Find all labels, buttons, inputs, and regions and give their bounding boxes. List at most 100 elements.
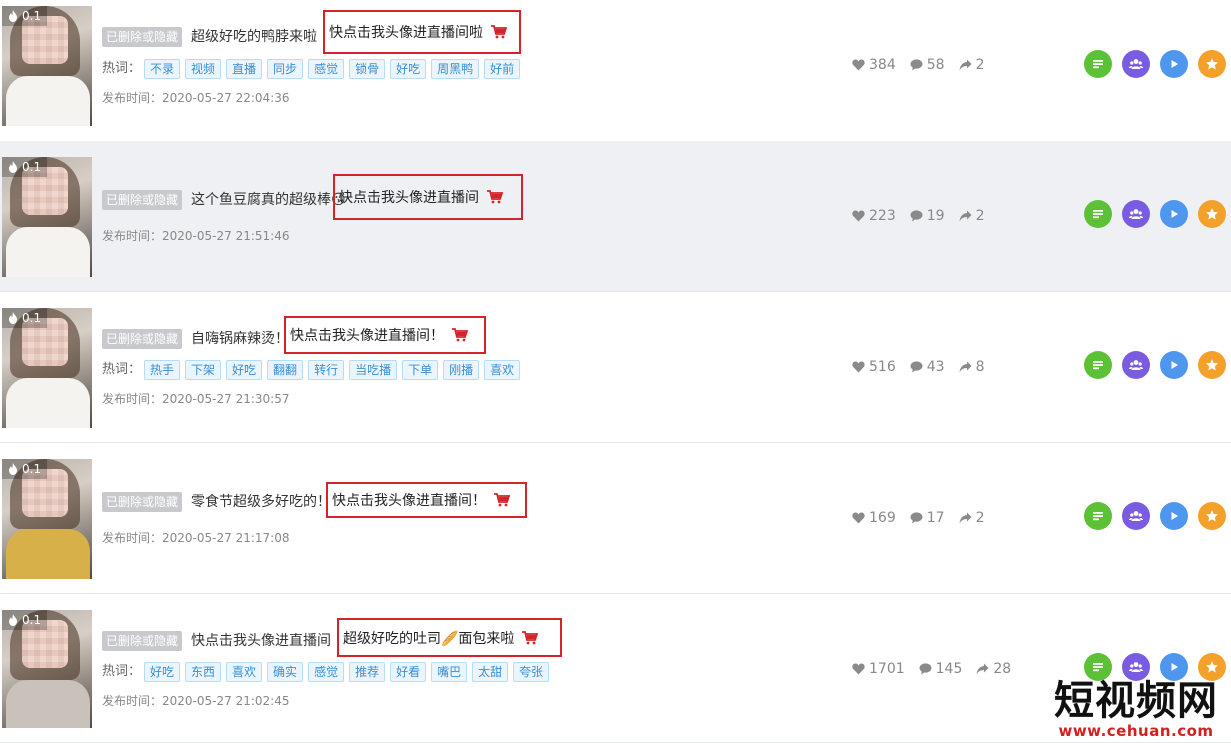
hot-word-tag[interactable]: 感觉 [308, 59, 345, 79]
play-button[interactable] [1160, 50, 1188, 78]
video-thumbnail[interactable]: 0.1 [2, 157, 92, 277]
hot-words: 不录 视频 直播 同步 感觉 锁骨 好吃 周黑鸭 好前 [144, 59, 521, 79]
video-thumbnail[interactable]: 0.1 [2, 459, 92, 579]
shares-stat: 28 [976, 661, 1011, 677]
video-thumbnail[interactable]: 0.1 [2, 6, 92, 126]
publish-time: 发布时间：2020-05-27 21:51:46 [102, 229, 290, 243]
hot-word-tag[interactable]: 好吃 [144, 662, 181, 682]
hot-word-tag[interactable]: 翻翻 [267, 360, 304, 380]
play-button[interactable] [1160, 502, 1188, 530]
audience-button[interactable] [1122, 200, 1150, 228]
highlighted-title[interactable]: 超级好吃的吐司🥖面包来啦 [343, 628, 514, 648]
favorite-button[interactable] [1198, 200, 1226, 228]
detail-button[interactable] [1084, 351, 1112, 379]
likes-stat: 384 [852, 57, 896, 73]
highlighted-title[interactable]: 快点击我头像进直播间！ [290, 325, 444, 345]
star-icon [1205, 509, 1219, 523]
hot-word-tag[interactable]: 直播 [226, 59, 263, 79]
hot-word-tag[interactable]: 好吃 [390, 59, 427, 79]
video-title[interactable]: 自嗨锅麻辣烫！ [191, 329, 289, 349]
comment-icon [910, 59, 923, 71]
play-button[interactable] [1160, 200, 1188, 228]
audience-button[interactable] [1122, 502, 1150, 530]
video-thumbnail[interactable]: 0.1 [2, 308, 92, 428]
cart-icon[interactable] [522, 631, 538, 645]
row-actions [1084, 50, 1226, 78]
users-icon [1129, 509, 1143, 523]
cart-icon[interactable] [491, 25, 507, 39]
highlighted-title-box: 快点击我头像进直播间！ [284, 316, 486, 354]
comments-stat: 145 [919, 661, 962, 677]
fire-icon [8, 312, 18, 324]
share-icon [959, 512, 972, 524]
cart-icon[interactable] [494, 493, 510, 507]
heart-icon [852, 663, 865, 675]
video-title[interactable]: 超级好吃的鸭脖来啦 [191, 27, 317, 47]
hot-word-tag[interactable]: 下单 [402, 360, 439, 380]
list-icon [1091, 207, 1105, 221]
hot-words: 热手 下架 好吃 翻翻 转行 当吃播 下单 刚播 喜欢 [144, 360, 521, 380]
hot-word-tag[interactable]: 当吃播 [349, 360, 398, 380]
detail-button[interactable] [1084, 50, 1112, 78]
hot-word-tag[interactable]: 夸张 [513, 662, 550, 682]
audience-button[interactable] [1122, 50, 1150, 78]
video-row: 0.1 已删除或隐藏 零食节超级多好吃的！ 快点击我头像进直播间！ 发布时间：2… [0, 443, 1231, 594]
site-watermark: 短视频网 www.cehuan.com [1045, 679, 1227, 741]
hot-word-tag[interactable]: 东西 [185, 662, 222, 682]
engagement-stats: 169 17 2 [852, 510, 984, 526]
hot-word-tag[interactable]: 嘴巴 [431, 662, 468, 682]
hot-words-label: 热词： [102, 61, 142, 76]
play-icon [1167, 207, 1181, 221]
video-title[interactable]: 这个鱼豆腐真的超级棒😘 [191, 190, 346, 210]
cart-icon[interactable] [487, 190, 503, 204]
hot-words-label: 热词： [102, 362, 142, 377]
cart-icon[interactable] [452, 328, 468, 342]
favorite-button[interactable] [1198, 351, 1226, 379]
hot-word-tag[interactable]: 好看 [390, 662, 427, 682]
detail-button[interactable] [1084, 502, 1112, 530]
hot-word-tag[interactable]: 锁骨 [349, 59, 386, 79]
hot-word-tag[interactable]: 不录 [144, 59, 181, 79]
highlighted-title[interactable]: 快点击我头像进直播间！ [332, 490, 486, 510]
play-icon [1167, 660, 1181, 674]
deleted-tag: 已删除或隐藏 [102, 190, 183, 210]
video-title[interactable]: 零食节超级多好吃的！ [191, 492, 331, 512]
star-icon [1205, 57, 1219, 71]
hot-word-tag[interactable]: 周黑鸭 [431, 59, 480, 79]
hot-word-tag[interactable]: 太甜 [472, 662, 509, 682]
highlighted-title[interactable]: 快点击我头像进直播间 [339, 187, 479, 207]
hot-word-tag[interactable]: 确实 [267, 662, 304, 682]
comments-stat: 43 [910, 359, 945, 375]
likes-stat: 516 [852, 359, 896, 375]
highlighted-title[interactable]: 快点击我头像进直播间啦 [329, 22, 483, 42]
shares-stat: 2 [959, 57, 984, 73]
hot-word-tag[interactable]: 刚播 [443, 360, 480, 380]
users-icon [1129, 57, 1143, 71]
share-icon [959, 361, 972, 373]
engagement-stats: 1701 145 28 [852, 661, 1011, 677]
hot-word-tag[interactable]: 推荐 [349, 662, 386, 682]
hot-word-tag[interactable]: 好吃 [226, 360, 263, 380]
play-icon [1167, 358, 1181, 372]
audience-button[interactable] [1122, 351, 1150, 379]
engagement-stats: 384 58 2 [852, 57, 984, 73]
play-icon [1167, 509, 1181, 523]
favorite-button[interactable] [1198, 50, 1226, 78]
hot-word-tag[interactable]: 同步 [267, 59, 304, 79]
favorite-button[interactable] [1198, 502, 1226, 530]
comments-stat: 19 [910, 208, 945, 224]
play-button[interactable] [1160, 351, 1188, 379]
hot-word-tag[interactable]: 感觉 [308, 662, 345, 682]
hot-word-tag[interactable]: 视频 [185, 59, 222, 79]
hot-word-tag[interactable]: 热手 [144, 360, 181, 380]
list-icon [1091, 509, 1105, 523]
hot-word-tag[interactable]: 喜欢 [226, 662, 263, 682]
video-thumbnail[interactable]: 0.1 [2, 610, 92, 728]
detail-button[interactable] [1084, 200, 1112, 228]
hot-word-tag[interactable]: 下架 [185, 360, 222, 380]
video-title[interactable]: 快点击我头像进直播间 [191, 631, 331, 651]
hot-word-tag[interactable]: 好前 [484, 59, 521, 79]
hot-word-tag[interactable]: 转行 [308, 360, 345, 380]
hot-word-tag[interactable]: 喜欢 [484, 360, 521, 380]
engagement-stats: 516 43 8 [852, 359, 984, 375]
